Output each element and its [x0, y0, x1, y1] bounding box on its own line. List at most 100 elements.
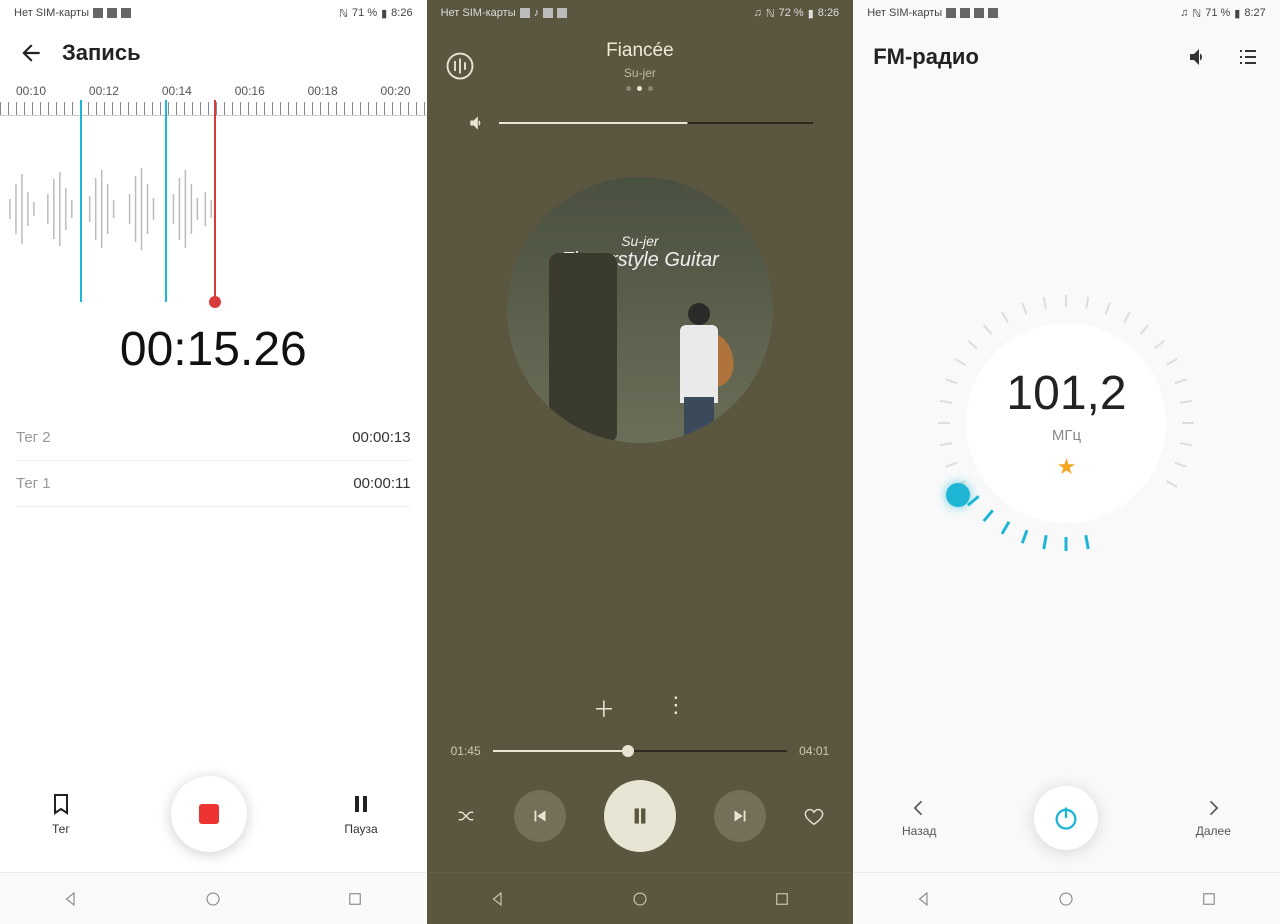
music-screen: Нет SIM-карты ♪ ♫ ℕ 72 % ▮ 8:26 Fiancée …: [427, 0, 854, 924]
chevron-left-icon: [909, 798, 929, 818]
mail-icon: [121, 8, 131, 18]
radio-controls: Назад Далее: [853, 758, 1280, 872]
info-icon: [974, 8, 984, 18]
add-button[interactable]: ＋: [593, 692, 615, 724]
bookmark-icon: [49, 792, 73, 816]
statusbar: Нет SIM-карты ♫ ℕ 71 % ▮ 8:27: [853, 0, 1280, 26]
next-station-button[interactable]: Далее: [1196, 798, 1231, 838]
tag-label: Тег 1: [16, 475, 51, 492]
heart-icon[interactable]: [803, 805, 825, 827]
track-artist: Su-jer: [475, 66, 806, 80]
battery-icon: ▮: [381, 7, 387, 20]
next-button[interactable]: [714, 790, 766, 842]
sim-status: Нет SIM-карты: [14, 7, 89, 19]
nav-back-icon[interactable]: [489, 890, 507, 908]
nav-recent-icon[interactable]: [1200, 890, 1218, 908]
tag-time: 00:00:13: [352, 429, 410, 446]
prev-station-button[interactable]: Назад: [902, 798, 936, 838]
shuffle-icon[interactable]: [455, 805, 477, 827]
dial-center: 101,2 МГц ★: [966, 323, 1166, 523]
elapsed-time: 00:15.26: [0, 322, 427, 377]
elapsed: 01:45: [451, 744, 481, 758]
radio-header: FM-радио: [853, 26, 1280, 88]
tag-row[interactable]: Тег 2 00:00:13: [16, 415, 411, 461]
tag-row[interactable]: Тег 1 00:00:11: [16, 461, 411, 507]
stop-icon: [199, 804, 219, 824]
pause-button[interactable]: Пауза: [344, 792, 377, 836]
timeline[interactable]: 00:10 00:12 00:14 00:16 00:18 00:20: [0, 80, 427, 302]
prev-button[interactable]: [514, 790, 566, 842]
battery-percent: 72 %: [779, 7, 804, 19]
radio-screen: Нет SIM-карты ♫ ℕ 71 % ▮ 8:27 FM-радио: [853, 0, 1280, 924]
nav-home-icon[interactable]: [1057, 890, 1075, 908]
playback-controls: [427, 766, 854, 872]
tick: 00:16: [235, 84, 265, 98]
tick: 00:14: [162, 84, 192, 98]
mail-icon: [988, 8, 998, 18]
tag-marker[interactable]: [80, 100, 82, 302]
battery-icon: ▮: [1234, 7, 1240, 20]
battery-icon: ▮: [808, 7, 814, 20]
skip-next-icon: [729, 805, 751, 827]
frequency-dial[interactable]: 101,2 МГц ★: [926, 283, 1206, 563]
playhead-marker[interactable]: [214, 100, 216, 302]
page-title: Запись: [62, 40, 141, 66]
nav-home-icon[interactable]: [204, 890, 222, 908]
mail-icon: [557, 8, 567, 18]
progress-row: 01:45 04:01: [427, 736, 854, 766]
pause-button[interactable]: [604, 780, 676, 852]
nav-recent-icon[interactable]: [773, 890, 791, 908]
pause-icon: [627, 803, 653, 829]
sim-status: Нет SIM-карты: [867, 7, 942, 19]
nav-recent-icon[interactable]: [346, 890, 364, 908]
tag-label: Тег 2: [16, 429, 51, 446]
pause-button-label: Пауза: [344, 822, 377, 836]
track-title: Fiancée: [475, 40, 806, 62]
page-title: FM-радио: [873, 44, 979, 70]
secondary-controls: ＋ ⋮: [427, 686, 854, 736]
volume-row[interactable]: [427, 105, 854, 151]
nav-home-icon[interactable]: [631, 890, 649, 908]
nav-back-icon[interactable]: [915, 890, 933, 908]
nfc-icon: ℕ: [1192, 7, 1201, 20]
statusbar: Нет SIM-карты ♪ ♫ ℕ 72 % ▮ 8:26: [427, 0, 854, 26]
speaker-icon[interactable]: [1186, 45, 1210, 69]
tag-button[interactable]: Тег: [49, 792, 73, 836]
favorite-star[interactable]: ★: [1057, 454, 1077, 480]
clock: 8:26: [391, 7, 412, 19]
headphone-icon: ♫: [754, 7, 762, 19]
music-note-icon: ♪: [534, 7, 540, 19]
volume-slider[interactable]: [499, 122, 814, 124]
power-button[interactable]: [1034, 786, 1098, 850]
recorder-header: Запись: [0, 26, 427, 80]
list-icon[interactable]: [1236, 45, 1260, 69]
more-button[interactable]: ⋮: [665, 692, 687, 724]
dial-area: 101,2 МГц ★: [853, 88, 1280, 758]
headphone-icon: ♫: [1180, 7, 1188, 19]
nav-bar: [0, 872, 427, 924]
statusbar: Нет SIM-карты ℕ 71 % ▮ 8:26: [0, 0, 427, 26]
chevron-right-icon: [1203, 798, 1223, 818]
seek-slider[interactable]: [493, 750, 788, 752]
tick: 00:18: [308, 84, 338, 98]
album-art[interactable]: Su-jer Fingerstyle Guitar: [507, 177, 773, 443]
back-icon[interactable]: [18, 40, 44, 66]
album-artist: Su-jer: [561, 233, 719, 249]
duration: 04:01: [799, 744, 829, 758]
album-decor: [549, 253, 617, 443]
power-icon: [1052, 804, 1080, 832]
equalizer-icon[interactable]: [445, 51, 475, 81]
nav-bar: [853, 872, 1280, 924]
tag-time: 00:00:11: [353, 475, 410, 492]
skip-prev-icon: [529, 805, 551, 827]
stop-button[interactable]: [171, 776, 247, 852]
tick: 00:12: [89, 84, 119, 98]
nav-back-icon[interactable]: [62, 890, 80, 908]
recorder-screen: Нет SIM-карты ℕ 71 % ▮ 8:26 Запись 00:10…: [0, 0, 427, 924]
sim-icon: [93, 8, 103, 18]
nfc-icon: ℕ: [339, 7, 348, 20]
sim-icon: [946, 8, 956, 18]
frequency-value: 101,2: [1006, 366, 1126, 421]
tag-marker[interactable]: [165, 100, 167, 302]
tick: 00:20: [381, 84, 411, 98]
